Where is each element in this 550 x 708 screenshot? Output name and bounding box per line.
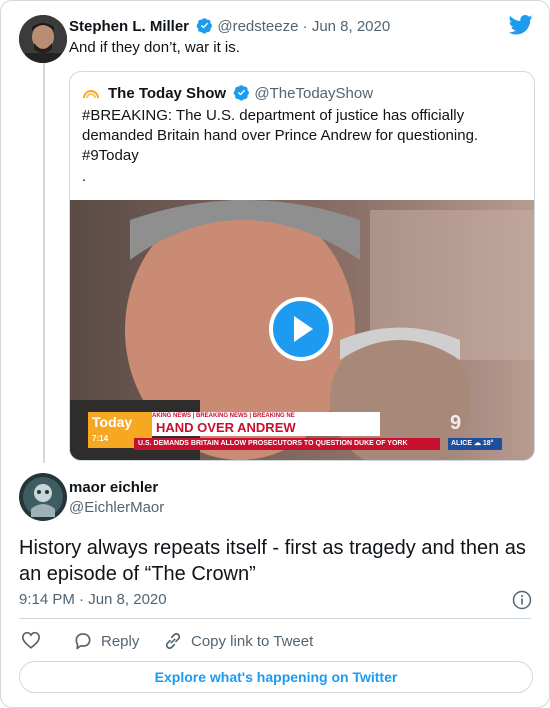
reply-icon [75,633,91,650]
quoted-tweet-header: The Today Show @TheTodayShow [108,84,373,102]
main-author-handle[interactable]: @EichlerMaor [69,499,164,516]
video-headline: HAND OVER ANDREW [152,420,380,436]
info-icon[interactable] [512,590,532,610]
parent-tweet-date[interactable]: Jun 8, 2020 [312,18,390,35]
parent-tweet-header: Stephen L. Miller @redsteeze · Jun 8, 20… [69,17,390,35]
weather-badge: ALICE ☁ 18° [448,438,502,450]
parent-author-name[interactable]: Stephen L. Miller [69,18,189,35]
verified-badge-icon [233,85,250,101]
play-icon [294,316,313,342]
tweet-timestamp[interactable]: 9:14 PM · Jun 8, 2020 [19,591,167,608]
main-tweet-text: History always repeats itself - first as… [19,537,526,585]
twitter-bird-icon[interactable] [509,15,533,35]
thread-connector-line [43,63,45,463]
quoted-author-name: The Today Show [108,85,227,102]
parent-tweet-text: And if they don’t, war it is. [69,39,240,56]
channel-logo: 9 [450,412,462,434]
heart-icon [21,631,41,649]
video-subheadline: U.S. DEMANDS BRITAIN ALLOW PROSECUTORS T… [134,438,440,450]
copy-link-label: Copy link to Tweet [191,632,314,650]
breaking-news-ticker: AKING NEWS | BREAKING NEWS | BREAKING NE [152,412,380,420]
main-author-name[interactable]: maor eichler [69,479,158,496]
tweet-embed-card: Stephen L. Miller @redsteeze · Jun 8, 20… [0,0,550,708]
quoted-tweet[interactable]: The Today Show @TheTodayShow #BREAKING: … [69,71,535,461]
quoted-author-handle: @TheTodayShow [254,85,374,102]
link-icon [165,633,181,649]
parent-author-handle[interactable]: @redsteeze [217,18,298,35]
like-button[interactable] [21,631,41,649]
copy-link-button[interactable]: Copy link to Tweet [163,631,313,651]
explore-twitter-button[interactable]: Explore what's happening on Twitter [19,661,533,693]
divider [19,618,531,619]
separator-dot: · [302,18,308,35]
reply-button[interactable]: Reply [73,631,139,651]
video-player[interactable]: Today 7:14 AKING NEWS | BREAKING NEWS | … [70,200,534,460]
parent-author-avatar[interactable] [19,15,67,63]
play-button[interactable] [269,297,333,361]
main-author-avatar[interactable] [19,473,67,521]
quoted-tweet-text: #BREAKING: The U.S. department of justic… [82,107,479,164]
today-show-avatar-icon [83,90,99,99]
quoted-tweet-trailing: . [82,168,87,185]
reply-label: Reply [101,632,140,650]
verified-badge-icon [196,18,213,34]
today-logo: Today [92,414,133,430]
